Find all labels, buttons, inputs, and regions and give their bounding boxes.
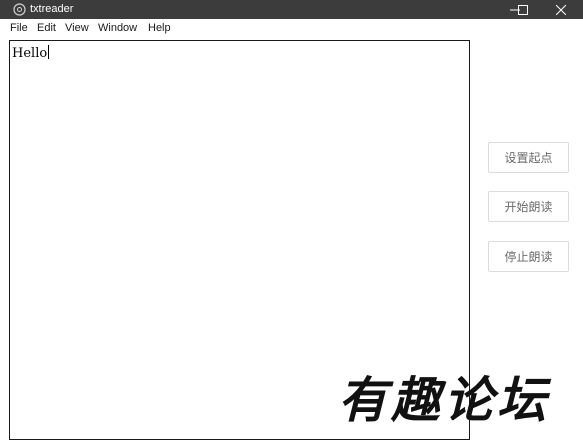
menu-view[interactable]: View [65, 21, 89, 35]
maximize-button[interactable] [508, 0, 538, 19]
menu-edit[interactable]: Edit [37, 21, 56, 35]
close-icon [556, 4, 566, 15]
app-icon [13, 3, 26, 16]
menu-bar: File Edit View Window Help [0, 19, 583, 37]
set-start-button[interactable]: 设置起点 [488, 142, 569, 173]
editor-content-line: Hello [12, 45, 50, 62]
menu-window[interactable]: Window [98, 21, 137, 35]
watermark: 有趣论坛 [338, 370, 583, 435]
editor-content: Hello [12, 46, 48, 61]
text-caret [48, 45, 50, 59]
title-bar: txtreader [0, 0, 583, 19]
maximize-icon [518, 4, 528, 15]
stop-reading-button[interactable]: 停止朗读 [488, 241, 569, 272]
window-title: txtreader [30, 3, 74, 15]
menu-file[interactable]: File [10, 21, 28, 35]
close-button[interactable] [546, 0, 576, 19]
menu-help[interactable]: Help [148, 21, 171, 35]
watermark-text: 有趣论坛 [338, 371, 551, 429]
start-reading-button[interactable]: 开始朗读 [488, 191, 569, 222]
